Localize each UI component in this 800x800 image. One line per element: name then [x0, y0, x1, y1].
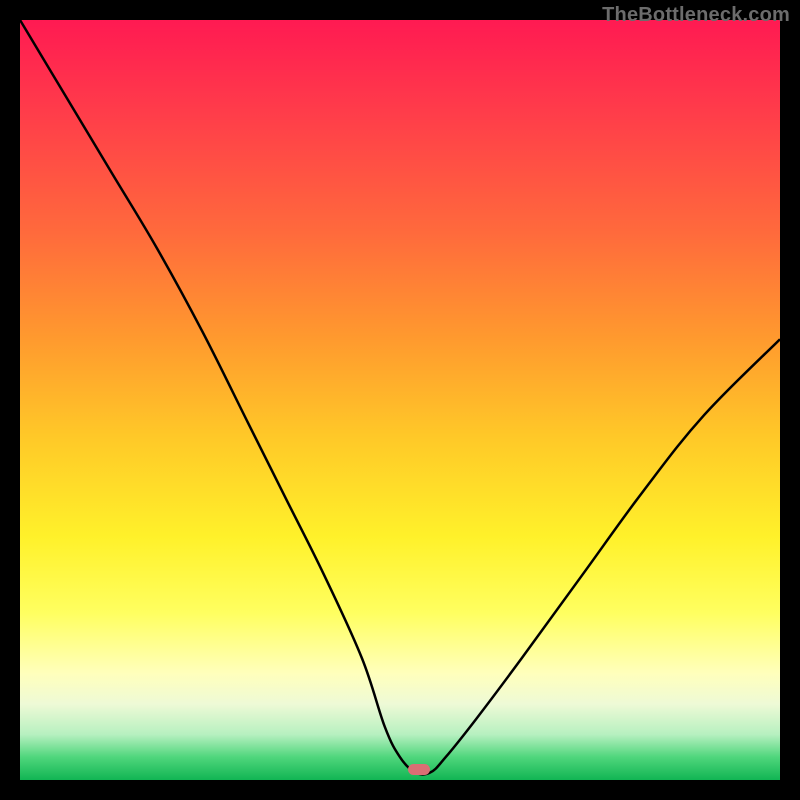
chart-stage: TheBottleneck.com [0, 0, 800, 800]
optimum-marker [408, 764, 430, 775]
curve-svg [20, 20, 780, 780]
plot-area [20, 20, 780, 780]
watermark-text: TheBottleneck.com [602, 4, 790, 27]
bottleneck-curve [20, 20, 780, 774]
